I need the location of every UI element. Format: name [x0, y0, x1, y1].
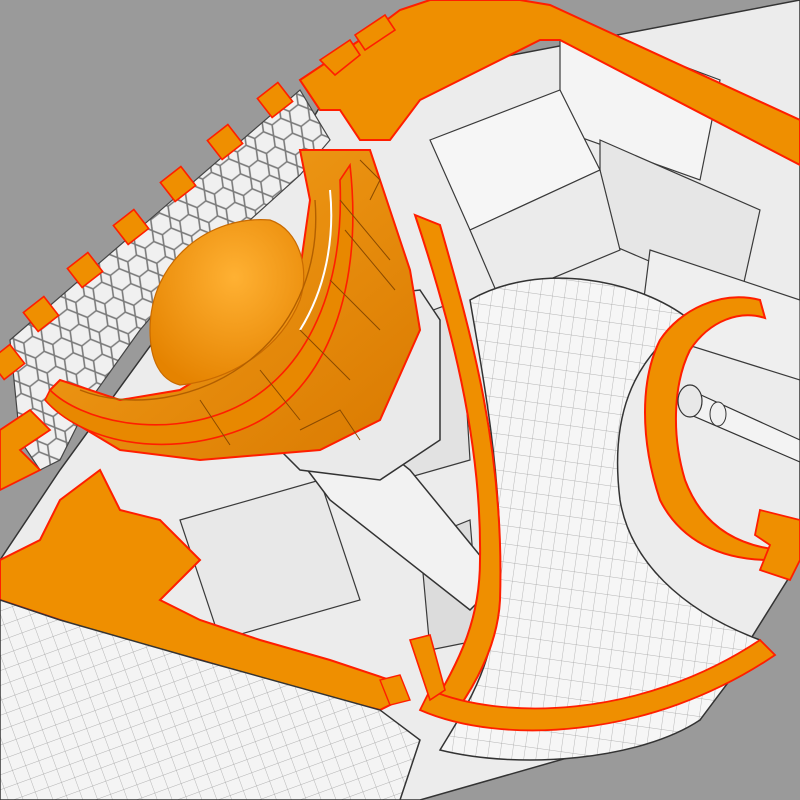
cad-viewport[interactable] — [0, 0, 800, 800]
model-render — [0, 0, 800, 800]
